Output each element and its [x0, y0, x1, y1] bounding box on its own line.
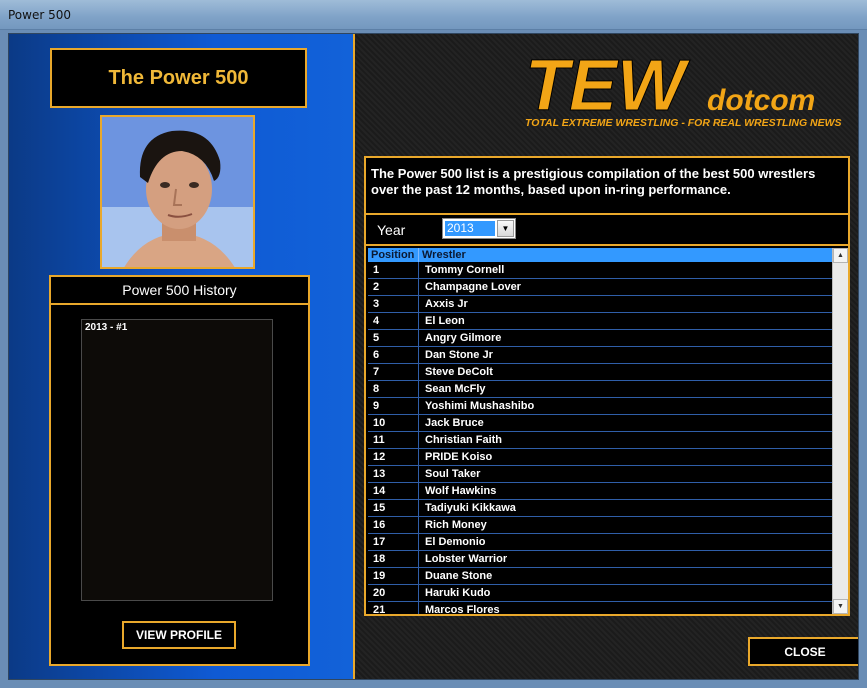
row-position: 11: [368, 432, 419, 448]
row-wrestler: Yoshimi Mushashibo: [425, 400, 535, 412]
column-header-wrestler[interactable]: Wrestler: [419, 248, 832, 262]
row-position: 7: [368, 364, 419, 380]
row-position: 13: [368, 466, 419, 482]
row-position: 9: [368, 398, 419, 414]
description-text: The Power 500 list is a prestigious comp…: [371, 166, 816, 197]
row-wrestler: Tadiyuki Kikkawa: [425, 502, 516, 514]
row-position: 5: [368, 330, 419, 346]
view-profile-button[interactable]: VIEW PROFILE: [122, 621, 236, 649]
right-panel: TEW dotcom TOTAL EXTREME WRESTLING - FOR…: [355, 34, 858, 679]
window-title: Power 500: [8, 8, 71, 22]
table-row[interactable]: 8 Sean McFly: [368, 381, 832, 398]
wrestler-portrait-image: [102, 117, 253, 267]
wrestler-name-box: The Power 500: [50, 48, 307, 108]
table-row[interactable]: 4 El Leon: [368, 313, 832, 330]
row-position: 15: [368, 500, 419, 516]
column-header-position[interactable]: Position: [368, 248, 419, 262]
year-filter-row: Year 2013 ▼: [364, 215, 850, 244]
table-row[interactable]: 15 Tadiyuki Kikkawa: [368, 500, 832, 517]
table-row[interactable]: 2 Champagne Lover: [368, 279, 832, 296]
row-position: 8: [368, 381, 419, 397]
row-position: 12: [368, 449, 419, 465]
logo-main-text: TEW: [525, 46, 691, 126]
table-row[interactable]: 13 Soul Taker: [368, 466, 832, 483]
table-row[interactable]: 14 Wolf Hawkins: [368, 483, 832, 500]
window-titlebar[interactable]: Power 500: [0, 0, 867, 30]
table-row[interactable]: 11 Christian Faith: [368, 432, 832, 449]
row-wrestler: Sean McFly: [425, 383, 486, 395]
row-wrestler: El Leon: [425, 315, 465, 327]
wrestler-portrait: [100, 115, 255, 269]
year-label: Year: [377, 222, 406, 238]
logo-tagline: TOTAL EXTREME WRESTLING - FOR REAL WREST…: [525, 117, 842, 129]
row-wrestler: El Demonio: [425, 536, 486, 548]
list-header: Position Wrestler: [368, 248, 832, 262]
logo-suffix-text: dotcom: [707, 84, 815, 117]
table-row[interactable]: 16 Rich Money: [368, 517, 832, 534]
row-position: 4: [368, 313, 419, 329]
table-row[interactable]: 5 Angry Gilmore: [368, 330, 832, 347]
list-scrollbar[interactable]: ▲ ▼: [832, 248, 848, 614]
row-wrestler: Angry Gilmore: [425, 332, 502, 344]
row-position: 16: [368, 517, 419, 533]
row-wrestler: Tommy Cornell: [425, 264, 505, 276]
history-title: Power 500 History: [51, 277, 308, 305]
row-wrestler: Axxis Jr: [425, 298, 468, 310]
row-wrestler: Soul Taker: [425, 468, 481, 480]
scroll-down-icon[interactable]: ▼: [833, 599, 848, 614]
table-row[interactable]: 9 Yoshimi Mushashibo: [368, 398, 832, 415]
list-rows: 1 Tommy Cornell 2 Champagne Lover 3 Axxis J…: [368, 262, 832, 614]
scroll-up-icon[interactable]: ▲: [833, 248, 848, 263]
table-row[interactable]: 21 Marcos Flores: [368, 602, 832, 614]
description-box: The Power 500 list is a prestigious comp…: [364, 156, 850, 215]
row-position: 14: [368, 483, 419, 499]
row-position: 3: [368, 296, 419, 312]
row-position: 1: [368, 262, 419, 278]
row-wrestler: Haruki Kudo: [425, 587, 491, 599]
table-row[interactable]: 1 Tommy Cornell: [368, 262, 832, 279]
row-wrestler: Wolf Hawkins: [425, 485, 497, 497]
row-position: 17: [368, 534, 419, 550]
history-item[interactable]: 2013 - #1: [82, 320, 272, 335]
history-panel: Power 500 History 2013 - #1 VIEW PROFILE: [49, 275, 310, 666]
table-row[interactable]: 6 Dan Stone Jr: [368, 347, 832, 364]
tew-dotcom-logo: TEW dotcom TOTAL EXTREME WRESTLING - FOR…: [525, 46, 842, 129]
table-row[interactable]: 7 Steve DeColt: [368, 364, 832, 381]
app-client-area: The Power 500 Power 500 History 2013 - #…: [8, 33, 859, 680]
row-wrestler: Jack Bruce: [425, 417, 484, 429]
table-row[interactable]: 3 Axxis Jr: [368, 296, 832, 313]
power500-list[interactable]: Position Wrestler 1 Tommy Cornell 2 Champa…: [368, 248, 848, 614]
row-wrestler: Duane Stone: [425, 570, 493, 582]
table-row[interactable]: 10 Jack Bruce: [368, 415, 832, 432]
table-row[interactable]: 12 PRIDE Koiso: [368, 449, 832, 466]
row-wrestler: Christian Faith: [425, 434, 503, 446]
table-row[interactable]: 17 El Demonio: [368, 534, 832, 551]
row-position: 6: [368, 347, 419, 363]
row-wrestler: Champagne Lover: [425, 281, 521, 293]
row-wrestler: Steve DeColt: [425, 366, 493, 378]
table-row[interactable]: 19 Duane Stone: [368, 568, 832, 585]
history-list[interactable]: 2013 - #1: [81, 319, 273, 601]
row-position: 21: [368, 602, 419, 614]
row-position: 18: [368, 551, 419, 567]
row-position: 10: [368, 415, 419, 431]
year-select-value[interactable]: 2013: [445, 221, 495, 236]
row-position: 20: [368, 585, 419, 601]
wrestler-name: The Power 500: [108, 66, 249, 89]
chevron-down-icon[interactable]: ▼: [497, 220, 514, 237]
left-panel: The Power 500 Power 500 History 2013 - #…: [9, 34, 353, 679]
table-row[interactable]: 20 Haruki Kudo: [368, 585, 832, 602]
table-row[interactable]: 18 Lobster Warrior: [368, 551, 832, 568]
row-wrestler: Lobster Warrior: [425, 553, 508, 565]
row-wrestler: Marcos Flores: [425, 604, 500, 614]
row-position: 2: [368, 279, 419, 295]
close-button[interactable]: CLOSE: [748, 637, 858, 666]
row-position: 19: [368, 568, 419, 584]
year-select[interactable]: 2013 ▼: [442, 218, 516, 239]
row-wrestler: Dan Stone Jr: [425, 349, 493, 361]
power500-list-panel: Position Wrestler 1 Tommy Cornell 2 Champa…: [364, 244, 850, 616]
row-wrestler: PRIDE Koiso: [425, 451, 493, 463]
row-wrestler: Rich Money: [425, 519, 487, 531]
